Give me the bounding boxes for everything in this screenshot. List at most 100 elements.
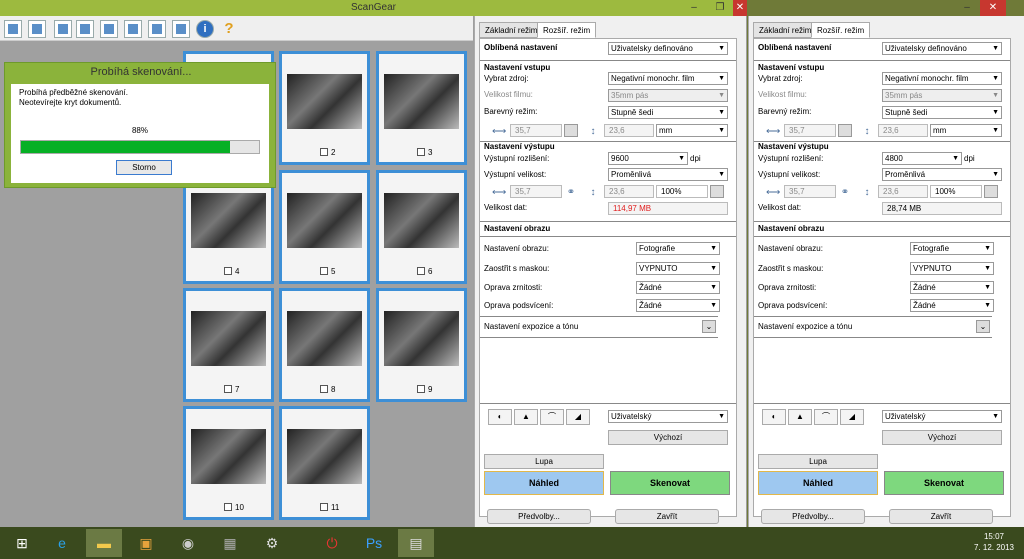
internet-explorer-icon[interactable]: e [44, 529, 80, 557]
rotate-icon[interactable] [76, 20, 94, 38]
uncheck-all-icon[interactable] [148, 20, 166, 38]
unit-select[interactable]: mm ▼ [930, 124, 1002, 137]
media-icon[interactable]: ◉ [170, 529, 206, 557]
start-icon[interactable]: ⊞ [4, 529, 40, 557]
close-button[interactable]: Zavřít [615, 509, 719, 524]
power-icon[interactable]: ⏻ [314, 529, 350, 557]
backlight-correction-select[interactable]: Žádné ▼ [910, 299, 994, 312]
preview-button[interactable]: Náhled [484, 471, 604, 495]
tools-icon[interactable]: ⚙ [254, 529, 290, 557]
output-scale-field[interactable]: 100% [656, 185, 708, 198]
thumbnail-checkbox[interactable] [320, 267, 328, 275]
link-icon[interactable]: ⚭ [564, 186, 578, 200]
app-icon[interactable]: ▣ [128, 529, 164, 557]
source-select[interactable]: Negativní monochr. film ▼ [882, 72, 1002, 85]
close-button[interactable]: Zavřít [889, 509, 993, 524]
thumbnail-checkbox[interactable] [320, 148, 328, 156]
close-icon[interactable]: ✕ [980, 0, 1006, 16]
tab-advanced-mode[interactable]: Rozšíř. režim [537, 22, 597, 38]
zoom-button[interactable]: Lupa [484, 454, 604, 469]
thumbnails-icon[interactable] [172, 20, 190, 38]
thumbnail[interactable]: 10 [183, 406, 274, 520]
thumbnail-checkbox[interactable] [417, 148, 425, 156]
expand-icon[interactable]: ⌄ [702, 320, 716, 333]
thumbnail[interactable]: 7 [183, 288, 274, 402]
favorite-settings-select[interactable]: Uživatelsky definováno ▼ [608, 42, 728, 55]
backlight-correction-select[interactable]: Žádné ▼ [636, 299, 720, 312]
swap-orientation-icon[interactable] [564, 124, 578, 137]
favorite-settings-select[interactable]: Uživatelsky definováno ▼ [882, 42, 1002, 55]
thumbnail[interactable]: 9 [376, 288, 467, 402]
tone-curve-icon[interactable]: ⌒ [540, 409, 564, 425]
maximize-icon[interactable]: ❐ [707, 0, 733, 16]
image-settings-select[interactable]: Fotografie ▼ [636, 242, 720, 255]
tab-basic-mode[interactable]: Základní režim [753, 22, 818, 38]
check-all-icon[interactable] [124, 20, 142, 38]
tone-settings-select[interactable]: Uživatelský ▼ [882, 410, 1002, 423]
crop-icon[interactable] [54, 20, 72, 38]
preferences-button[interactable]: Předvolby... [487, 509, 591, 524]
color-mode-select[interactable]: Stupně šedi ▼ [608, 106, 728, 119]
source-select[interactable]: Negativní monochr. film ▼ [608, 72, 728, 85]
thumbnail-checkbox[interactable] [417, 267, 425, 275]
histogram-icon[interactable]: ▲ [514, 409, 538, 425]
preferences-button[interactable]: Předvolby... [761, 509, 865, 524]
histogram-icon[interactable]: ▲ [788, 409, 812, 425]
output-resolution-select[interactable]: 9600 ▼ [608, 152, 688, 165]
preview-button[interactable]: Náhled [758, 471, 878, 495]
grain-correction-select[interactable]: Žádné ▼ [910, 281, 994, 294]
thumbnail[interactable]: 6 [376, 170, 467, 284]
link-icon[interactable]: ⚭ [838, 186, 852, 200]
new-icon[interactable] [28, 20, 46, 38]
minimize-icon[interactable]: – [954, 0, 980, 16]
tab-advanced-mode[interactable]: Rozšíř. režim [811, 22, 871, 38]
default-button[interactable]: Výchozí [608, 430, 728, 445]
output-resolution-select[interactable]: 4800 ▼ [882, 152, 962, 165]
help-icon[interactable]: ? [220, 20, 238, 38]
scanner-icon[interactable]: ▤ [398, 529, 434, 557]
thumbnail[interactable]: 5 [279, 170, 370, 284]
brightness-icon[interactable]: ◐ [488, 409, 512, 425]
thumbnail-checkbox[interactable] [417, 385, 425, 393]
thumbnail-checkbox[interactable] [224, 503, 232, 511]
scale-adjust-icon[interactable] [984, 185, 998, 198]
scan-icon[interactable] [4, 20, 22, 38]
unsharp-mask-select[interactable]: VYPNUTO ▼ [636, 262, 720, 275]
output-size-select[interactable]: Proměnlivá ▼ [608, 168, 728, 181]
scan-button[interactable]: Skenovat [884, 471, 1004, 495]
zoom-button[interactable]: Lupa [758, 454, 878, 469]
tab-basic-mode[interactable]: Základní režim [479, 22, 544, 38]
info-icon[interactable]: i [196, 20, 214, 38]
expand-icon[interactable]: ⌄ [976, 320, 990, 333]
thumbnail-checkbox[interactable] [224, 385, 232, 393]
image-icon[interactable] [100, 20, 118, 38]
unit-select[interactable]: mm ▼ [656, 124, 728, 137]
scale-adjust-icon[interactable] [710, 185, 724, 198]
threshold-icon[interactable]: ◢ [840, 409, 864, 425]
thumbnail[interactable]: 3 [376, 51, 467, 165]
output-scale-field[interactable]: 100% [930, 185, 982, 198]
file-explorer-icon[interactable]: ▬ [86, 529, 122, 557]
swap-orientation-icon[interactable] [838, 124, 852, 137]
tone-curve-icon[interactable]: ⌒ [814, 409, 838, 425]
output-size-select[interactable]: Proměnlivá ▼ [882, 168, 1002, 181]
close-icon[interactable]: ✕ [733, 0, 747, 16]
unsharp-mask-select[interactable]: VYPNUTO ▼ [910, 262, 994, 275]
thumbnail[interactable]: 8 [279, 288, 370, 402]
thumbnail-checkbox[interactable] [320, 385, 328, 393]
thumbnail[interactable]: 2 [279, 51, 370, 165]
tone-settings-select[interactable]: Uživatelský ▼ [608, 410, 728, 423]
photoshop-icon[interactable]: Ps [356, 529, 392, 557]
thumbnail-checkbox[interactable] [320, 503, 328, 511]
grain-correction-select[interactable]: Žádné ▼ [636, 281, 720, 294]
cancel-button[interactable]: Storno [116, 160, 172, 175]
thumbnail[interactable]: 11 [279, 406, 370, 520]
image-settings-select[interactable]: Fotografie ▼ [910, 242, 994, 255]
scan-button[interactable]: Skenovat [610, 471, 730, 495]
brightness-icon[interactable]: ◐ [762, 409, 786, 425]
app-icon[interactable]: ▦ [212, 529, 248, 557]
minimize-icon[interactable]: – [681, 0, 707, 16]
threshold-icon[interactable]: ◢ [566, 409, 590, 425]
color-mode-select[interactable]: Stupně šedi ▼ [882, 106, 1002, 119]
thumbnail-checkbox[interactable] [224, 267, 232, 275]
